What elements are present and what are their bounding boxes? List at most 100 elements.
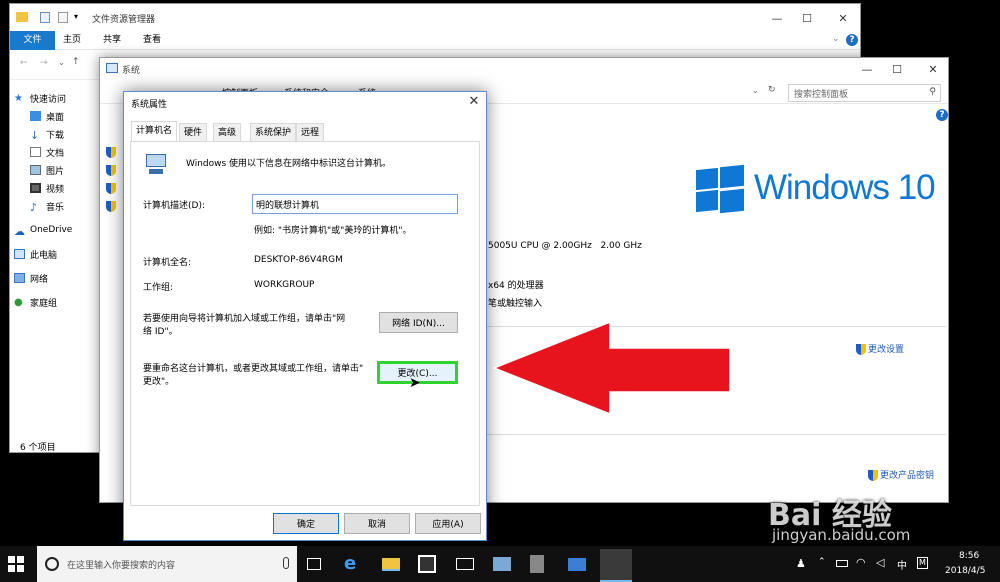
ribbon-tab-share[interactable]: 共享 bbox=[94, 31, 130, 50]
desktop-icon bbox=[30, 111, 41, 121]
computer-description-label: 计算机描述(D): bbox=[143, 201, 205, 211]
windows-10-wordmark: Windows 10 bbox=[754, 168, 936, 207]
tray-expand-icon[interactable]: ⌃ bbox=[818, 557, 826, 567]
battery-icon[interactable] bbox=[836, 560, 848, 567]
system-app-icon bbox=[106, 63, 118, 73]
shield-icon bbox=[106, 183, 116, 194]
network-id-button[interactable]: 网络 ID(N)... bbox=[379, 312, 458, 333]
windows-logo bbox=[696, 164, 744, 214]
nav-network[interactable]: 网络 bbox=[14, 269, 48, 287]
people-icon[interactable]: ♟ bbox=[796, 557, 806, 570]
edge-icon[interactable]: e bbox=[344, 555, 362, 573]
qat-newfolder-icon[interactable] bbox=[58, 12, 68, 23]
system-type-info: x64 的处理器 bbox=[488, 281, 544, 291]
workgroup-value: WORKGROUP bbox=[254, 280, 315, 290]
nav-desktop[interactable]: 桌面 bbox=[30, 107, 64, 125]
ime-mode-icon[interactable]: M bbox=[917, 557, 928, 569]
dialog-close-icon[interactable]: ✕ bbox=[464, 94, 484, 112]
up-icon[interactable]: ↑ bbox=[72, 57, 80, 67]
qat-properties-icon[interactable] bbox=[40, 12, 50, 23]
system-title: 系统 bbox=[122, 66, 141, 76]
system-maximize-icon[interactable]: ☐ bbox=[882, 58, 912, 80]
system-properties-dialog[interactable]: 系统属性 ✕ 计算机名 硬件 高级 系统保护 远程 Windows 使用以下信息… bbox=[123, 91, 487, 541]
intro-text: Windows 使用以下信息在网络中标识这台计算机。 bbox=[186, 159, 392, 169]
store-icon[interactable] bbox=[418, 555, 436, 573]
clock-time[interactable]: 8:56 bbox=[959, 551, 979, 561]
system-help-icon[interactable]: ? bbox=[936, 109, 948, 121]
nav-homegroup[interactable]: ● 家庭组 bbox=[14, 293, 57, 311]
video-icon bbox=[30, 183, 41, 193]
shield-icon bbox=[106, 165, 116, 176]
cancel-button[interactable]: 取消 bbox=[344, 513, 410, 534]
ime-indicator[interactable]: 中 bbox=[897, 557, 907, 572]
desktop: ▾ 文件资源管理器 — ☐ ✕ 文件 主页 共享 查看 ⌄ ? ← → ⌄ ↑ … bbox=[0, 0, 1000, 546]
change-settings-link[interactable]: 更改设置 bbox=[856, 342, 904, 355]
system-close-icon[interactable]: ✕ bbox=[918, 58, 948, 80]
system-taskbar-icon[interactable] bbox=[600, 549, 632, 582]
nav-downloads[interactable]: ↓ 下载 bbox=[30, 125, 64, 143]
microphone-icon[interactable] bbox=[283, 557, 289, 569]
apply-button[interactable]: 应用(A) bbox=[415, 513, 481, 534]
download-icon: ↓ bbox=[30, 129, 40, 142]
back-icon[interactable]: ← bbox=[20, 58, 28, 68]
qat-dropdown-icon[interactable]: ▾ bbox=[74, 12, 78, 21]
watermark-url: jingyan.baidu.com bbox=[772, 526, 911, 544]
nav-this-pc[interactable]: 此电脑 bbox=[14, 245, 57, 263]
description-example: 例如: "书房计算机"或"美玲的计算机"。 bbox=[254, 226, 412, 236]
volume-icon[interactable]: ◁ bbox=[876, 556, 884, 569]
nav-documents[interactable]: 文档 bbox=[30, 143, 64, 161]
nav-onedrive[interactable]: ☁ OneDrive bbox=[14, 221, 72, 239]
ribbon-expand-icon[interactable]: ⌄ bbox=[832, 34, 840, 44]
forward-icon[interactable]: → bbox=[40, 58, 48, 68]
control-panel-search-input[interactable]: 搜索控制面板 ⚲ bbox=[788, 84, 941, 102]
explorer-titlebar[interactable]: ▾ 文件资源管理器 — ☐ ✕ bbox=[10, 4, 860, 31]
close-icon[interactable]: ✕ bbox=[828, 4, 858, 32]
clock-date[interactable]: 2018/4/5 bbox=[945, 566, 985, 576]
recent-dropdown-icon[interactable]: ⌄ bbox=[58, 58, 65, 67]
file-explorer-taskbar-icon[interactable] bbox=[382, 558, 400, 571]
wifi-icon[interactable]: ◠ bbox=[856, 556, 866, 569]
tab-system-protection[interactable]: 系统保护 bbox=[250, 123, 297, 141]
maximize-icon[interactable]: ☐ bbox=[792, 4, 822, 32]
pen-touch-info: 笔或触控输入 bbox=[488, 299, 543, 309]
baidu-watermark: ❦ Bai 经验 jingyan.baidu.com bbox=[768, 470, 1000, 544]
minimize-icon[interactable]: — bbox=[762, 4, 792, 32]
explorer-title: 文件资源管理器 bbox=[92, 15, 156, 25]
ok-button[interactable]: 确定 bbox=[273, 513, 339, 534]
search-icon: ⚲ bbox=[929, 87, 936, 97]
explorer-app-icon bbox=[16, 12, 28, 22]
network-id-text: 若要使用向导将计算机加入域或工作组，请单击"网 络 ID"。 bbox=[143, 314, 346, 337]
computer-description-input[interactable] bbox=[252, 194, 458, 214]
ribbon-tab-view[interactable]: 查看 bbox=[134, 31, 170, 50]
remote-desktop-icon[interactable] bbox=[568, 558, 586, 571]
nav-videos[interactable]: 视频 bbox=[30, 179, 64, 197]
network-app-icon[interactable] bbox=[493, 557, 511, 571]
explorer-status-bar: 6 个项目 bbox=[20, 443, 56, 453]
nav-pictures[interactable]: 图片 bbox=[30, 161, 64, 179]
start-button[interactable] bbox=[8, 556, 24, 572]
refresh-icon[interactable]: ↻ bbox=[768, 85, 776, 95]
tab-hardware[interactable]: 硬件 bbox=[179, 123, 208, 141]
address-dropdown-icon[interactable]: ⌄ bbox=[752, 86, 759, 95]
system-titlebar[interactable]: 系统 — ☐ ✕ bbox=[100, 58, 948, 80]
tab-advanced[interactable]: 高级 bbox=[213, 123, 242, 141]
taskbar: 在这里输入你要搜索的内容 e ♟ ⌃ ◠ ◁ 中 M 8:56 2018/4/5 bbox=[0, 546, 1000, 582]
workgroup-label: 工作组: bbox=[143, 283, 174, 293]
tab-computer-name[interactable]: 计算机名 bbox=[131, 121, 178, 142]
picture-icon bbox=[30, 165, 41, 175]
ribbon-tab-file[interactable]: 文件 bbox=[10, 31, 55, 50]
system-minimize-icon[interactable]: — bbox=[852, 58, 882, 80]
taskbar-search-input[interactable]: 在这里输入你要搜索的内容 bbox=[37, 546, 297, 582]
full-name-label: 计算机全名: bbox=[143, 258, 192, 268]
mail-icon[interactable] bbox=[456, 558, 474, 570]
nav-music[interactable]: ♪ 音乐 bbox=[30, 197, 64, 215]
help-icon[interactable]: ? bbox=[846, 34, 858, 46]
explorer-navigation-pane: ★ 快速访问 桌面 ↓ 下载 文档 图片 视频 ♪ 音乐 ☁ OneDrive 此电脑 … bbox=[10, 84, 104, 444]
cloud-icon: ☁ bbox=[14, 225, 25, 238]
task-view-icon[interactable] bbox=[307, 558, 321, 570]
ribbon-tab-home[interactable]: 主页 bbox=[54, 31, 90, 50]
homegroup-icon: ● bbox=[14, 297, 23, 308]
tab-remote[interactable]: 远程 bbox=[296, 123, 325, 141]
nav-quick-access[interactable]: ★ 快速访问 bbox=[14, 89, 66, 107]
calculator-icon[interactable] bbox=[530, 555, 544, 573]
